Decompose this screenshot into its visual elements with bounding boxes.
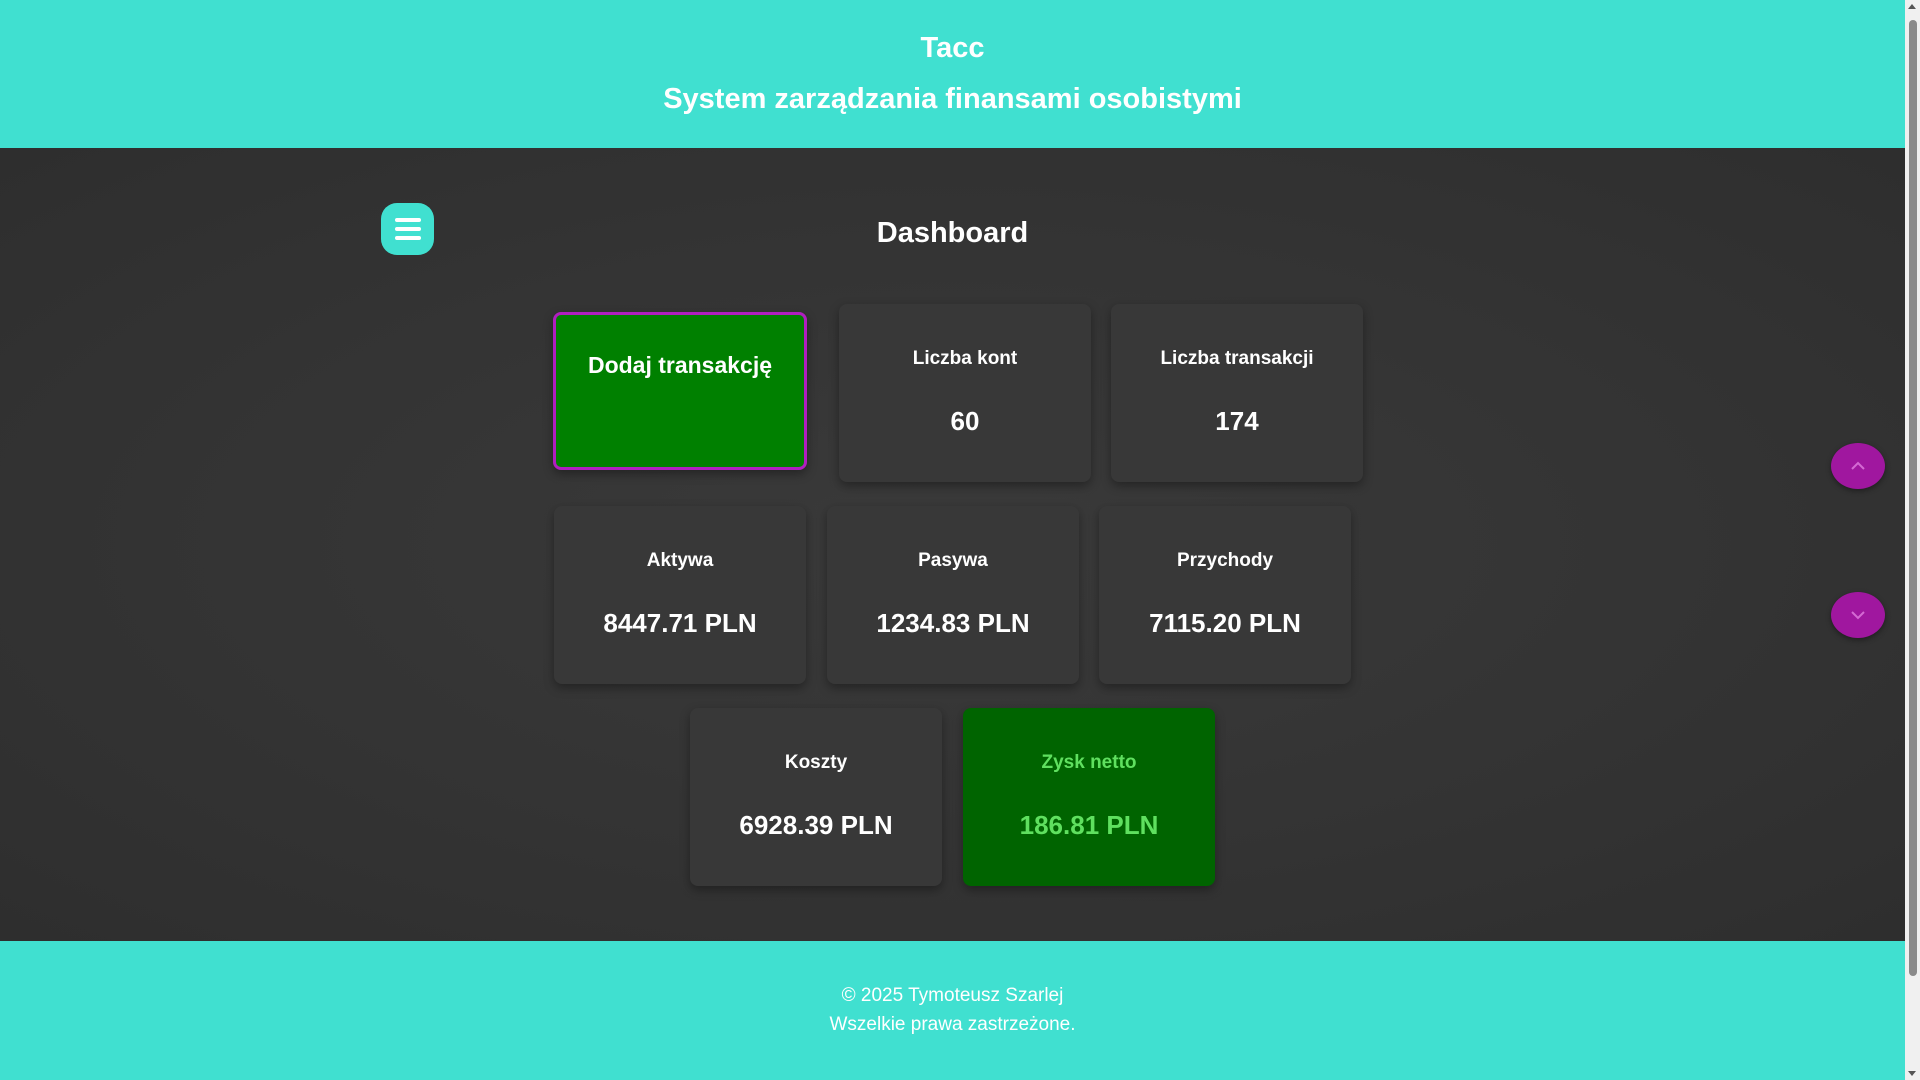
chevron-up-icon — [1851, 461, 1865, 470]
card-value: 8447.71 PLN — [603, 608, 757, 638]
card-label: Liczba transakcji — [1160, 348, 1314, 369]
add-transaction-label: Dodaj transakcję — [587, 352, 773, 378]
net-profit-card: Zysk netto 186.81 PLN — [963, 708, 1215, 886]
card-value: 60 — [950, 406, 980, 436]
scroll-down-button[interactable] — [1831, 592, 1885, 638]
page: Tacc System zarządzania finansami osobis… — [0, 0, 1905, 1080]
accounts-count-card: Liczba kont 60 — [839, 304, 1091, 482]
income-card: Przychody 7115.20 PLN — [1099, 506, 1351, 684]
scrollbar-down-arrow-icon[interactable] — [1908, 1071, 1916, 1076]
card-value: 186.81 PLN — [1019, 810, 1159, 840]
app-subtitle: System zarządzania finansami osobistymi — [663, 83, 1242, 115]
card-label: Zysk netto — [1041, 752, 1137, 773]
footer-rights: Wszelkie prawa zastrzeżone. — [829, 1014, 1076, 1035]
costs-card: Koszty 6928.39 PLN — [690, 708, 942, 886]
assets-card: Aktywa 8447.71 PLN — [554, 506, 806, 684]
scrollbar-thumb[interactable] — [1909, 20, 1917, 976]
add-transaction-button[interactable]: Dodaj transakcję — [553, 312, 807, 470]
transactions-count-card: Liczba transakcji 174 — [1111, 304, 1363, 482]
footer-copyright: © 2025 Tymoteusz Szarlej — [841, 985, 1064, 1006]
scrollbar-up-arrow-icon[interactable] — [1908, 4, 1916, 9]
card-label: Aktywa — [646, 550, 714, 571]
vertical-scrollbar[interactable] — [1905, 0, 1920, 1080]
card-label: Liczba kont — [912, 348, 1018, 369]
card-label: Przychody — [1176, 550, 1274, 571]
card-label: Koszty — [784, 752, 848, 773]
scroll-up-button[interactable] — [1831, 443, 1885, 489]
card-label: Pasywa — [918, 550, 988, 571]
liabilities-card: Pasywa 1234.83 PLN — [827, 506, 1079, 684]
card-value: 7115.20 PLN — [1149, 608, 1301, 638]
page-title: Dashboard — [876, 217, 1029, 249]
chevron-down-icon — [1851, 611, 1865, 620]
card-value: 174 — [1215, 406, 1259, 436]
card-value: 6928.39 PLN — [739, 810, 893, 840]
site-footer: © 2025 Tymoteusz Szarlej Wszelkie prawa … — [0, 941, 1905, 1080]
app-title: Tacc — [920, 32, 985, 64]
site-header: Tacc System zarządzania finansami osobis… — [0, 0, 1905, 148]
card-value: 1234.83 PLN — [876, 608, 1030, 638]
